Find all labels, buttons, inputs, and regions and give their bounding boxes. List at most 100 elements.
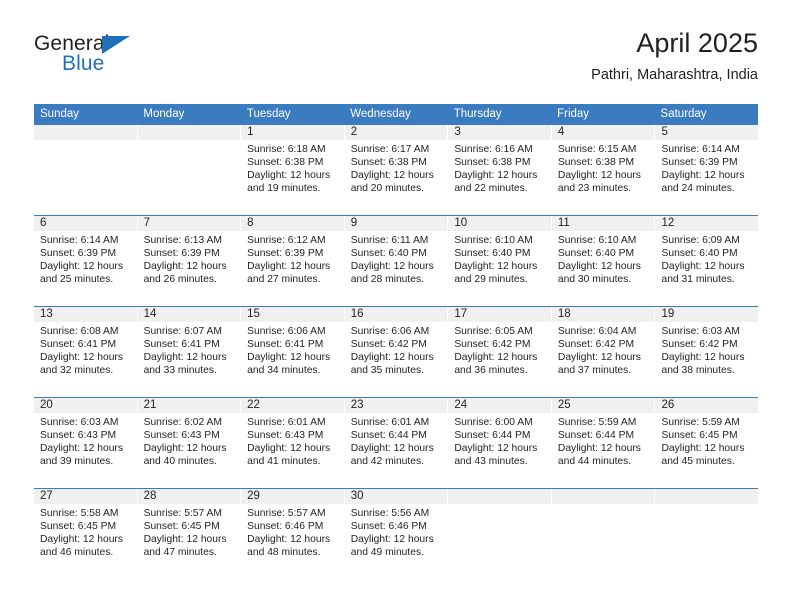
day-cell[interactable]: Sunrise: 6:06 AM Sunset: 6:42 PM Daylight:… bbox=[345, 322, 448, 377]
calendar-page: General Blue April 2025 Pathri, Maharash… bbox=[0, 0, 792, 612]
day-cell[interactable]: Sunrise: 6:18 AM Sunset: 6:38 PM Daylight:… bbox=[241, 140, 344, 195]
day-cell[interactable]: Sunrise: 6:01 AM Sunset: 6:43 PM Daylight:… bbox=[241, 413, 344, 468]
day-cell[interactable]: Sunrise: 6:14 AM Sunset: 6:39 PM Daylight:… bbox=[34, 231, 137, 286]
day-detail-line: Sunrise: 6:14 AM bbox=[661, 144, 740, 155]
day-detail-line: Sunset: 6:38 PM bbox=[350, 157, 427, 169]
day-cell[interactable]: Sunrise: 6:10 AM Sunset: 6:40 PM Daylight:… bbox=[448, 231, 551, 286]
day-cell[interactable]: Sunrise: 6:08 AM Sunset: 6:41 PM Daylight:… bbox=[34, 322, 137, 377]
day-detail-line: Sunrise: 6:09 AM bbox=[661, 235, 740, 246]
day-number[interactable]: 12 bbox=[655, 216, 759, 231]
day-detail-line: and 29 minutes. bbox=[454, 274, 528, 286]
day-cell[interactable]: Sunrise: 5:59 AM Sunset: 6:44 PM Daylight:… bbox=[552, 413, 655, 468]
day-number[interactable]: 14 bbox=[137, 307, 241, 322]
day-cell[interactable]: Sunrise: 6:02 AM Sunset: 6:43 PM Daylight:… bbox=[138, 413, 241, 468]
title-block: April 2025 Pathri, Maharashtra, India bbox=[591, 26, 758, 85]
day-number[interactable]: 22 bbox=[241, 398, 344, 413]
day-detail-line: Sunrise: 5:58 AM bbox=[40, 508, 119, 519]
day-cell[interactable]: Sunrise: 6:01 AM Sunset: 6:44 PM Daylight:… bbox=[345, 413, 448, 468]
day-number[interactable]: 11 bbox=[551, 216, 655, 231]
day-cell[interactable]: Sunrise: 5:56 AM Sunset: 6:46 PM Daylight:… bbox=[345, 504, 448, 559]
day-detail-line: and 38 minutes. bbox=[661, 365, 735, 377]
day-cell[interactable]: Sunrise: 6:05 AM Sunset: 6:42 PM Daylight:… bbox=[448, 322, 551, 377]
day-number[interactable]: 15 bbox=[241, 307, 344, 322]
day-cell[interactable]: Sunrise: 5:58 AM Sunset: 6:45 PM Daylight:… bbox=[34, 504, 137, 559]
day-number[interactable]: 1 bbox=[241, 125, 344, 140]
day-detail-line: Daylight: 12 hours bbox=[143, 443, 227, 455]
day-cell[interactable]: Sunrise: 6:14 AM Sunset: 6:39 PM Daylight:… bbox=[655, 140, 758, 195]
day-cell[interactable]: Sunrise: 6:13 AM Sunset: 6:39 PM Daylight:… bbox=[138, 231, 241, 286]
day-cell[interactable]: Sunrise: 6:06 AM Sunset: 6:41 PM Daylight:… bbox=[241, 322, 344, 377]
day-detail-line: Sunset: 6:38 PM bbox=[454, 157, 531, 169]
weekday-header-row: Sunday Monday Tuesday Wednesday Thursday… bbox=[34, 104, 758, 125]
generalblue-logo[interactable]: General Blue bbox=[34, 32, 234, 92]
calendar-week-row: 27 28 29 30 Sunrise: 5:58 AM Sunset: 6:45 PM D… bbox=[34, 488, 759, 579]
day-cell[interactable]: Sunrise: 6:12 AM Sunset: 6:39 PM Daylight:… bbox=[241, 231, 344, 286]
day-detail-line: Sunset: 6:41 PM bbox=[247, 339, 324, 351]
day-detail-line: Daylight: 12 hours bbox=[247, 170, 331, 182]
day-detail-line: Sunrise: 6:12 AM bbox=[247, 235, 326, 246]
day-detail-line: Sunrise: 5:59 AM bbox=[661, 417, 740, 428]
day-number[interactable]: 26 bbox=[655, 398, 759, 413]
day-cell[interactable]: Sunrise: 6:00 AM Sunset: 6:44 PM Daylight:… bbox=[448, 413, 551, 468]
day-number[interactable]: 4 bbox=[551, 125, 655, 140]
day-number[interactable]: 16 bbox=[344, 307, 448, 322]
day-detail-line: Sunset: 6:42 PM bbox=[661, 339, 738, 351]
day-number[interactable]: 20 bbox=[34, 398, 137, 413]
day-number[interactable]: 21 bbox=[137, 398, 241, 413]
day-number[interactable]: 27 bbox=[34, 489, 137, 504]
day-number[interactable]: 23 bbox=[344, 398, 448, 413]
day-cell[interactable]: Sunrise: 6:07 AM Sunset: 6:41 PM Daylight:… bbox=[138, 322, 241, 377]
day-cell[interactable]: Sunrise: 5:59 AM Sunset: 6:45 PM Daylight:… bbox=[655, 413, 758, 468]
day-number[interactable]: 18 bbox=[551, 307, 655, 322]
day-detail-line: and 36 minutes. bbox=[454, 365, 528, 377]
day-cell[interactable]: Sunrise: 6:10 AM Sunset: 6:40 PM Daylight:… bbox=[552, 231, 655, 286]
day-number[interactable]: 29 bbox=[241, 489, 344, 504]
day-cell[interactable]: Sunrise: 6:17 AM Sunset: 6:38 PM Daylight:… bbox=[345, 140, 448, 195]
day-detail-line: and 48 minutes. bbox=[247, 547, 321, 559]
day-number[interactable]: 28 bbox=[137, 489, 241, 504]
day-cell[interactable]: Sunrise: 6:04 AM Sunset: 6:42 PM Daylight:… bbox=[552, 322, 655, 377]
day-cell[interactable]: Sunrise: 6:15 AM Sunset: 6:38 PM Daylight:… bbox=[552, 140, 655, 195]
page-title: April 2025 bbox=[636, 28, 758, 58]
day-number[interactable]: 9 bbox=[344, 216, 448, 231]
day-detail-line: Sunrise: 6:13 AM bbox=[143, 235, 222, 246]
day-cell[interactable]: Sunrise: 6:09 AM Sunset: 6:40 PM Daylight:… bbox=[655, 231, 758, 286]
day-number-band: 20 21 22 23 24 25 26 bbox=[34, 398, 759, 413]
day-number[interactable]: 10 bbox=[448, 216, 551, 231]
day-number[interactable]: 24 bbox=[448, 398, 551, 413]
day-detail-line: and 23 minutes. bbox=[557, 183, 632, 195]
day-cell[interactable]: Sunrise: 5:57 AM Sunset: 6:46 PM Daylight:… bbox=[241, 504, 344, 559]
day-cell[interactable]: Sunrise: 6:11 AM Sunset: 6:40 PM Daylight:… bbox=[345, 231, 448, 286]
day-number[interactable]: 7 bbox=[137, 216, 241, 231]
day-number[interactable]: 3 bbox=[448, 125, 551, 140]
weekday-header-saturday: Saturday bbox=[660, 108, 707, 120]
day-detail-line: and 41 minutes. bbox=[247, 456, 321, 468]
day-detail-line: Daylight: 12 hours bbox=[40, 261, 123, 273]
day-number[interactable]: 2 bbox=[344, 125, 448, 140]
day-number[interactable]: 25 bbox=[551, 398, 655, 413]
day-detail-line: Daylight: 12 hours bbox=[247, 534, 331, 546]
day-number-empty bbox=[448, 489, 551, 504]
day-detail-line: Daylight: 12 hours bbox=[247, 261, 331, 273]
day-detail-line: and 19 minutes. bbox=[247, 183, 321, 195]
day-detail-line: Daylight: 12 hours bbox=[661, 443, 745, 455]
day-cell[interactable]: Sunrise: 6:16 AM Sunset: 6:38 PM Daylight:… bbox=[448, 140, 551, 195]
day-cell-empty bbox=[655, 504, 758, 559]
day-detail-line: Sunrise: 5:57 AM bbox=[143, 508, 222, 519]
day-number[interactable]: 13 bbox=[34, 307, 137, 322]
day-detail-line: Sunset: 6:41 PM bbox=[143, 339, 220, 351]
day-cell[interactable]: Sunrise: 5:57 AM Sunset: 6:45 PM Daylight:… bbox=[138, 504, 241, 559]
day-number[interactable]: 19 bbox=[655, 307, 759, 322]
day-number[interactable]: 8 bbox=[241, 216, 344, 231]
day-number[interactable]: 30 bbox=[344, 489, 448, 504]
day-number[interactable]: 5 bbox=[655, 125, 759, 140]
day-detail-line: and 25 minutes. bbox=[40, 274, 114, 286]
day-cell[interactable]: Sunrise: 6:03 AM Sunset: 6:42 PM Daylight:… bbox=[655, 322, 758, 377]
day-detail-line: Daylight: 12 hours bbox=[350, 534, 434, 546]
day-number[interactable]: 17 bbox=[448, 307, 551, 322]
day-detail-line: Sunrise: 6:06 AM bbox=[350, 326, 430, 337]
day-cell[interactable]: Sunrise: 6:03 AM Sunset: 6:43 PM Daylight:… bbox=[34, 413, 137, 468]
day-number[interactable]: 6 bbox=[34, 216, 137, 231]
day-detail-line: Daylight: 12 hours bbox=[557, 261, 641, 273]
day-detail-line: and 24 minutes. bbox=[661, 183, 735, 195]
